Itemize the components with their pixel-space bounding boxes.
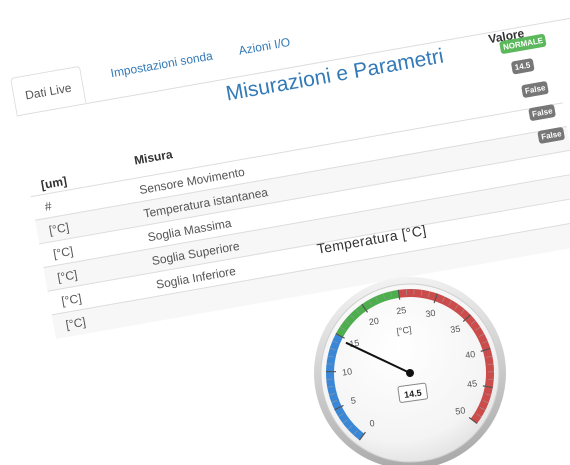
gauge-tick-label: 25 bbox=[396, 305, 407, 316]
gauge-tick-label: 45 bbox=[466, 378, 477, 389]
temperature-gauge: 0510152025 3035404550 [°C] 14.5 bbox=[314, 277, 506, 465]
gauge-tick-label: 10 bbox=[341, 366, 352, 377]
gauge-tick-label: 20 bbox=[368, 316, 379, 327]
gauge-tick-label: 30 bbox=[425, 308, 436, 319]
gauge-tick-label: 40 bbox=[465, 349, 476, 360]
gauge-value-box: 14.5 bbox=[397, 382, 429, 403]
gauge-tick-label: 35 bbox=[450, 324, 461, 335]
gauge-dial: 0510152025 3035404550 [°C] 14.5 bbox=[314, 277, 506, 465]
gauge-unit-label: [°C] bbox=[396, 324, 412, 336]
gauge-tick-label: 50 bbox=[455, 405, 466, 416]
